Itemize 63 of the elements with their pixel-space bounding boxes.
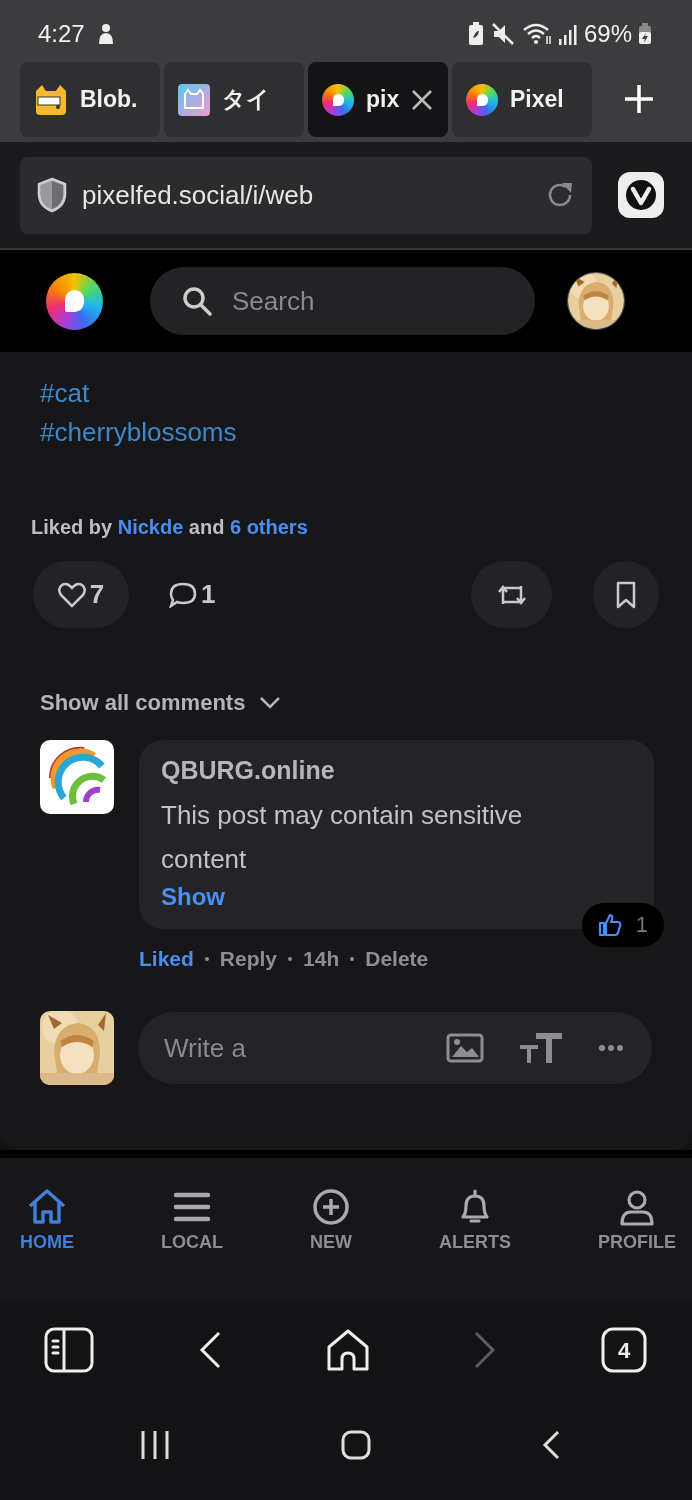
plus-circle-icon [310, 1188, 351, 1226]
search-field[interactable]: Search [150, 267, 535, 335]
nav-tab[interactable]: HOME [20, 1188, 74, 1268]
others-link[interactable]: 6 others [229, 516, 308, 538]
wifi-icon [521, 22, 552, 46]
comment-action[interactable]: Liked [139, 947, 194, 971]
like-button[interactable]: 7 [33, 561, 129, 628]
comment-action[interactable]: Delete [365, 947, 429, 971]
address-bar[interactable]: pixelfed.social/i/web [20, 156, 592, 234]
home-icon [27, 1188, 67, 1226]
pinwheel-logo-icon [46, 272, 103, 330]
browser-menu-icon[interactable] [618, 172, 664, 218]
panel-icon[interactable] [44, 1327, 94, 1373]
new-tab-icon[interactable] [624, 84, 654, 114]
user-link[interactable]: Nickde [117, 516, 184, 538]
comment-button[interactable]: 1 [169, 561, 216, 628]
pinwheel-logo-icon [466, 83, 498, 116]
recent-apps-icon[interactable] [140, 1430, 170, 1460]
url-text: pixelfed.social/i/web [82, 179, 315, 211]
signal-icon [557, 23, 578, 45]
shield-icon [36, 177, 68, 213]
clock-time: 4:27 [38, 20, 85, 48]
speech-bubble-icon [169, 581, 197, 608]
browser-tab[interactable]: Blob. [20, 62, 160, 137]
browser-tab[interactable]: pix [308, 62, 448, 137]
cat-face-icon [34, 84, 68, 115]
comment-field[interactable]: Write a [138, 1012, 652, 1084]
nav-tab[interactable]: ALERTS [438, 1188, 511, 1268]
show-comments-button[interactable]: Show all comments [40, 690, 282, 716]
browser-tab[interactable]: Pixel [452, 62, 592, 137]
reaction-badge: 1 [581, 903, 664, 947]
mute-icon [489, 22, 516, 46]
battery-percent: 69% [583, 20, 632, 48]
hashtag-link[interactable]: #cat [40, 378, 90, 409]
hashtag-link[interactable]: #cherryblossoms [40, 417, 237, 448]
close-icon[interactable] [411, 88, 434, 111]
comment-author[interactable]: QBURG.online [161, 756, 335, 785]
comment-action[interactable]: 14h [303, 947, 340, 971]
app-icon [178, 83, 210, 116]
chevron-down-icon [259, 696, 282, 710]
home-button-icon[interactable] [341, 1430, 371, 1460]
comment-action[interactable]: Reply [219, 947, 278, 971]
text-size-icon[interactable] [518, 1031, 564, 1065]
tab-count-icon[interactable]: 4 [601, 1327, 647, 1373]
search-icon [182, 286, 212, 316]
liked-by-text: Liked by Nickde and 6 others [31, 516, 309, 539]
thumbs-up-icon [597, 913, 622, 937]
home-icon[interactable] [325, 1329, 370, 1371]
more-icon[interactable] [598, 1044, 624, 1052]
bookmark-icon [615, 580, 637, 609]
back-icon[interactable] [198, 1331, 221, 1369]
battery-saver-icon [467, 22, 484, 46]
show-button[interactable]: Show [161, 883, 225, 911]
comment-text: This post may contain sensitive content [161, 799, 524, 876]
image-icon[interactable] [446, 1033, 484, 1063]
nav-tab[interactable]: PROFILE [597, 1188, 676, 1268]
heart-icon [57, 581, 86, 608]
nav-tab[interactable]: LOCAL [161, 1188, 223, 1268]
nav-tab[interactable]: NEW [309, 1188, 352, 1268]
battery-charging-icon [638, 23, 652, 45]
browser-tab[interactable]: タイ [164, 62, 304, 137]
back-icon[interactable] [542, 1430, 560, 1460]
pinwheel-logo-icon [322, 83, 354, 116]
